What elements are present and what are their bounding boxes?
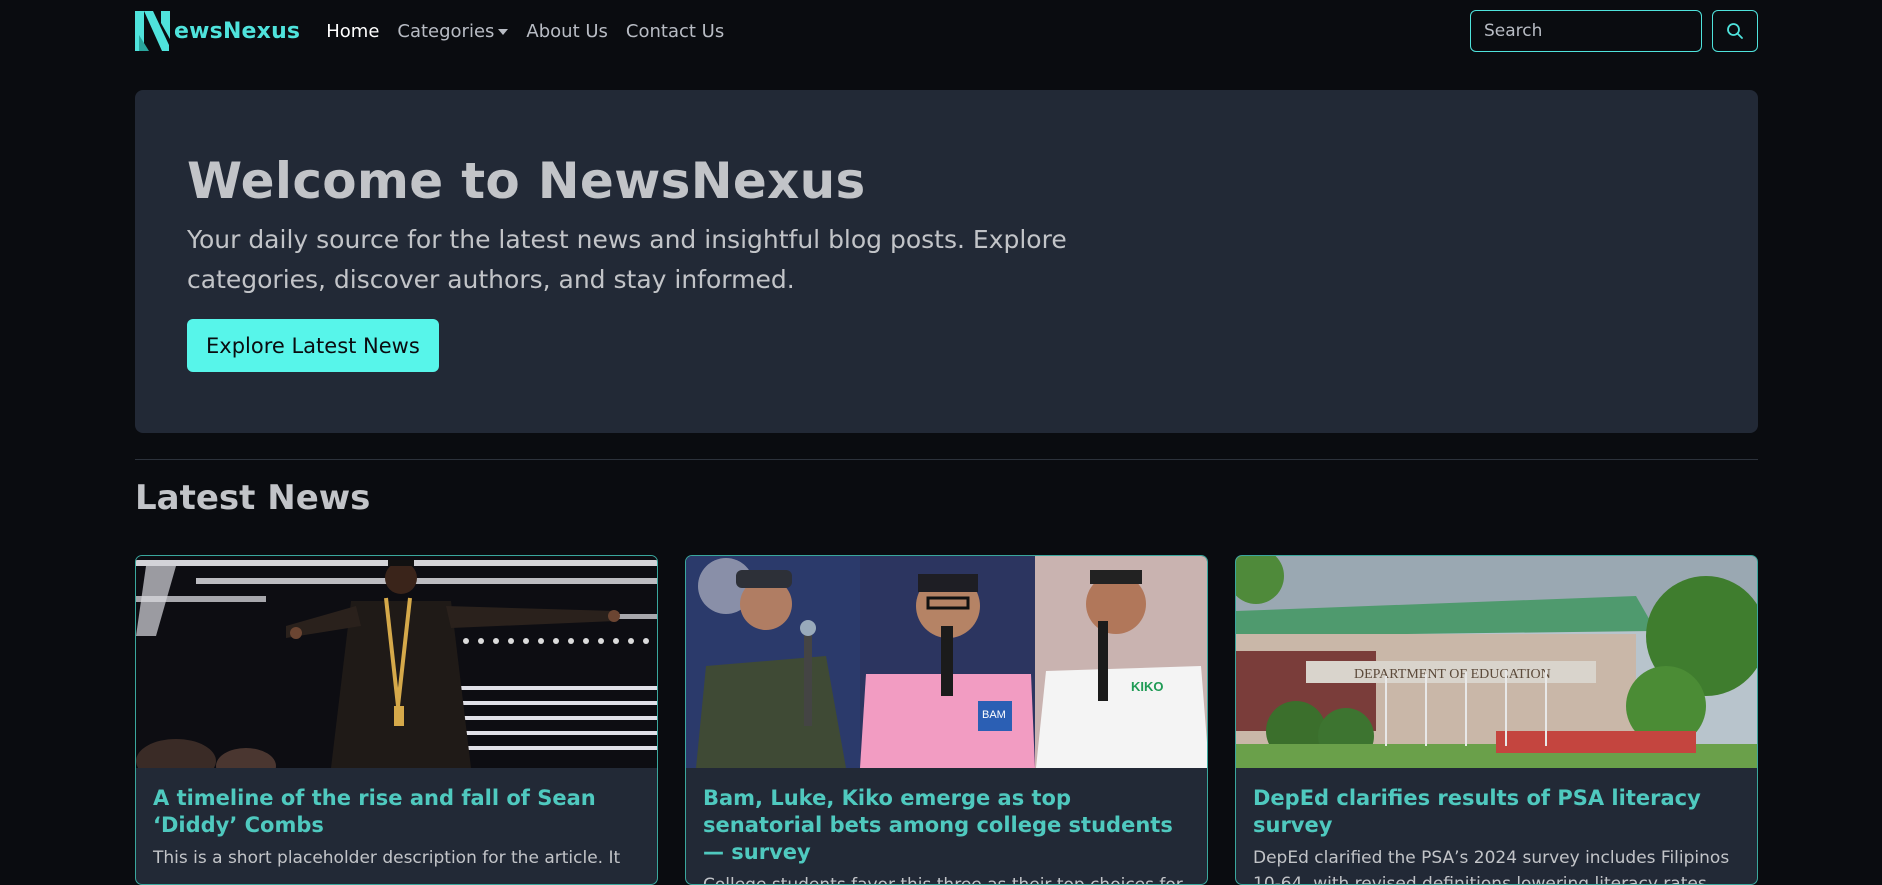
news-card[interactable]: DEPARTMENT OF EDUCATION DepEd clarifies … <box>1235 555 1758 885</box>
hero-banner: Welcome to NewsNexus Your daily source f… <box>135 90 1758 433</box>
brand-name: ewsNexus <box>174 18 301 44</box>
nav-categories-label: Categories <box>397 20 495 42</box>
explore-latest-news-button[interactable]: Explore Latest News <box>187 319 439 372</box>
nav-about[interactable]: About Us <box>526 21 608 42</box>
nav-categories[interactable]: Categories <box>397 20 509 42</box>
main-nav: Home Categories About Us Contact Us <box>326 21 724 42</box>
news-card[interactable]: A timeline of the rise and fall of Sean … <box>135 555 658 885</box>
hero-title: Welcome to NewsNexus <box>187 152 866 210</box>
article-title[interactable]: Bam, Luke, Kiko emerge as top senatorial… <box>703 785 1190 866</box>
article-image[interactable]: BAM KIKO <box>686 556 1207 768</box>
search-icon <box>1727 23 1743 39</box>
navbar: ewsNexus Home Categories About Us Contac… <box>135 0 1758 62</box>
search-form <box>1470 10 1758 52</box>
chevron-down-icon <box>498 28 509 35</box>
search-button[interactable] <box>1712 10 1758 52</box>
article-title[interactable]: DepEd clarifies results of PSA literacy … <box>1253 785 1740 839</box>
article-excerpt: DepEd clarified the PSA’s 2024 survey in… <box>1253 848 1730 885</box>
article-title[interactable]: A timeline of the rise and fall of Sean … <box>153 785 640 839</box>
search-input[interactable] <box>1470 10 1702 52</box>
nav-home[interactable]: Home <box>326 21 379 42</box>
nav-contact[interactable]: Contact Us <box>626 21 724 42</box>
hero-subtitle: Your daily source for the latest news an… <box>187 225 1067 294</box>
section-divider <box>135 459 1758 460</box>
article-excerpt: College students favor this three as the… <box>703 875 1183 885</box>
brand-logo-icon <box>135 11 172 51</box>
kiko-shirt-text: KIKO <box>1131 679 1164 694</box>
news-card[interactable]: BAM KIKO Bam, Luke, Kiko emerge as top s… <box>685 555 1208 885</box>
brand-link[interactable]: ewsNexus <box>135 11 300 51</box>
article-image[interactable]: DEPARTMENT OF EDUCATION <box>1236 556 1757 768</box>
deped-sign-text: DEPARTMENT OF EDUCATION <box>1354 667 1551 682</box>
latest-news-heading: Latest News <box>135 478 371 518</box>
bam-badge-text: BAM <box>982 709 1006 721</box>
article-excerpt: This is a short placeholder description … <box>153 848 621 868</box>
article-image[interactable] <box>136 556 657 768</box>
